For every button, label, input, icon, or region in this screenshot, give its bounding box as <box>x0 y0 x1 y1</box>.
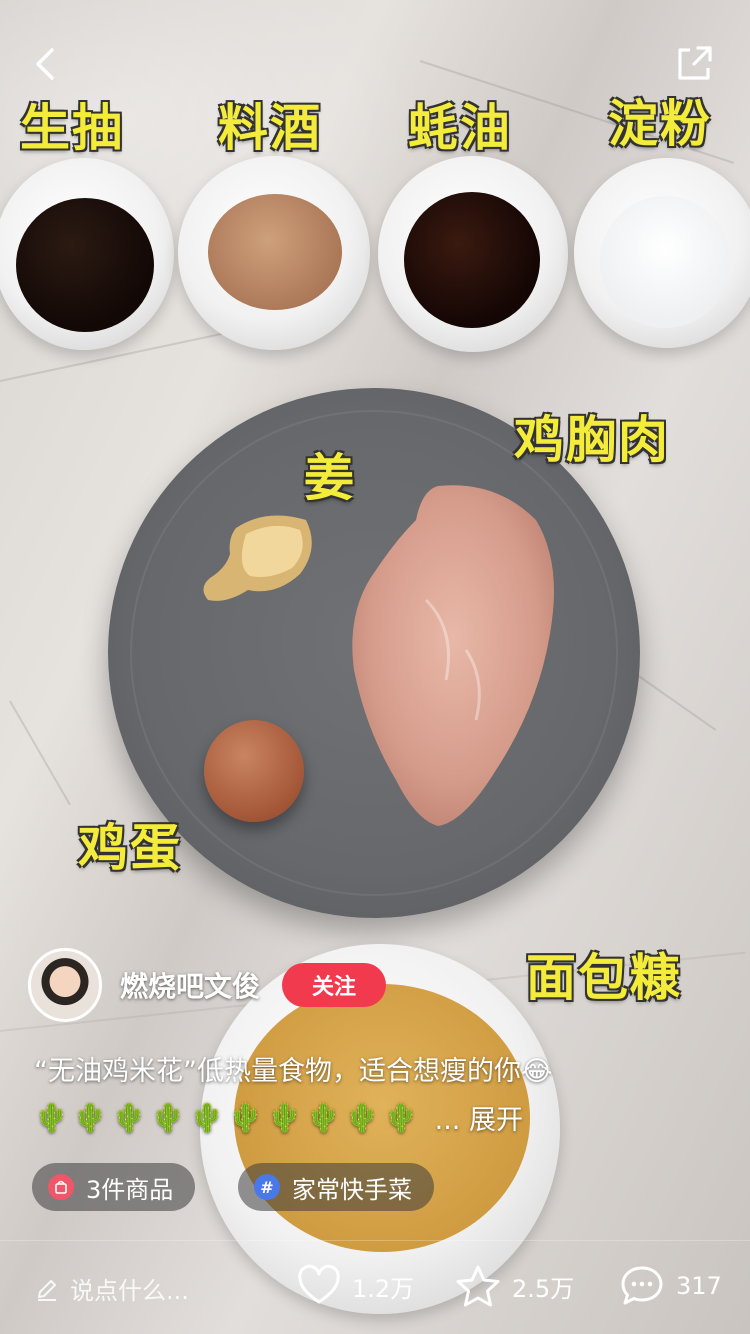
cactus-emoji-row: 🌵🌵🌵🌵🌵🌵🌵🌵🌵🌵 <box>34 1101 423 1134</box>
topic-chip[interactable]: # 家常快手菜 <box>238 1163 434 1211</box>
egg-image <box>204 720 304 822</box>
label-cooking-wine: 料酒 <box>218 99 322 157</box>
chicken-breast-image <box>352 485 554 826</box>
share-icon <box>678 46 712 80</box>
label-starch: 淀粉 <box>608 95 712 153</box>
caption-emoji-row: 🌵🌵🌵🌵🌵🌵🌵🌵🌵🌵 ... 展开 <box>34 1098 523 1137</box>
author-name[interactable]: 燃烧吧文俊 <box>120 965 260 1005</box>
avatar[interactable] <box>28 948 102 1022</box>
label-egg: 鸡蛋 <box>78 819 182 877</box>
follow-button[interactable]: 关注 <box>282 963 387 1007</box>
label-oyster-sauce: 蚝油 <box>408 99 512 157</box>
topic-chip-label: 家常快手菜 <box>292 1175 412 1204</box>
ginger-image <box>203 515 312 601</box>
author-row: 燃烧吧文俊 关注 <box>28 948 387 1022</box>
comment-count: 317 <box>676 1272 722 1300</box>
label-ginger: 姜 <box>304 449 356 507</box>
heart-icon <box>298 1264 340 1304</box>
like-count: 1.2万 <box>352 1274 415 1303</box>
favorite-count: 2.5万 <box>512 1274 575 1303</box>
back-button[interactable] <box>26 44 66 84</box>
comment-input[interactable]: 说点什么... <box>34 1271 189 1306</box>
products-chip-label: 3件商品 <box>86 1175 174 1204</box>
comment-placeholder: 说点什么... <box>70 1277 189 1305</box>
products-chip[interactable]: 3件商品 <box>32 1163 196 1211</box>
shopping-bag-icon <box>48 1174 74 1200</box>
share-button[interactable] <box>672 42 716 86</box>
hashtag-icon: # <box>254 1174 280 1200</box>
comment-button[interactable]: 317 <box>618 1263 722 1309</box>
chevron-left-icon <box>36 48 54 80</box>
bottom-action-bar: 说点什么... 1.2万 2.5万 317 <box>0 1240 750 1334</box>
comment-bubble-icon <box>621 1266 663 1305</box>
label-soy-sauce: 生抽 <box>20 99 124 157</box>
label-chicken-breast: 鸡胸肉 <box>514 411 670 469</box>
expand-caption-link[interactable]: ... 展开 <box>435 1098 523 1137</box>
star-icon <box>456 1265 500 1307</box>
favorite-button[interactable]: 2.5万 <box>454 1263 574 1309</box>
label-breadcrumbs: 面包糠 <box>526 949 682 1007</box>
caption-text: “无油鸡米花”低热量食物，适合想瘦的你😂 <box>34 1056 553 1087</box>
like-button[interactable]: 1.2万 <box>296 1263 414 1309</box>
pencil-icon <box>38 1279 56 1301</box>
